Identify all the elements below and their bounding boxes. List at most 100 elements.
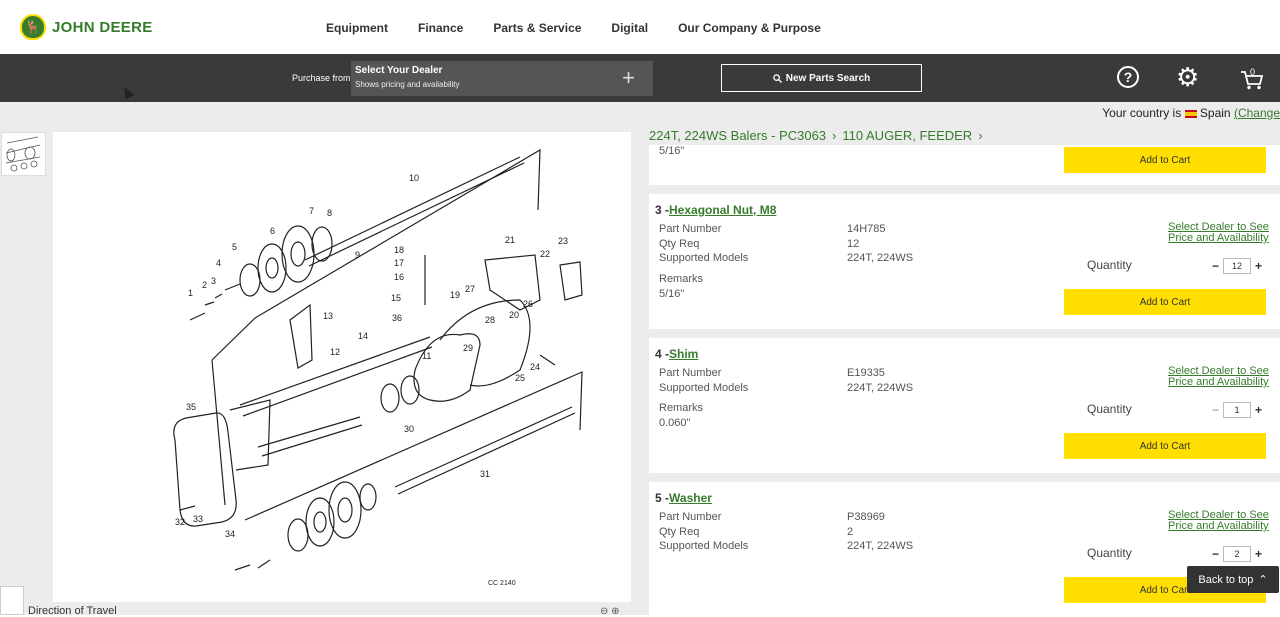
select-dealer-box[interactable]: Select Your Dealer Shows pricing and ava… [351,61,653,96]
add-to-cart-button[interactable]: Add to Cart [1064,147,1266,173]
part-title: 3 -Hexagonal Nut, M8 [655,203,777,217]
zoom-controls[interactable]: ⊖ ⊕ [600,606,620,617]
qty-req: 12 [847,238,860,250]
callout: 12 [330,347,340,357]
callout: 6 [270,226,275,236]
minus-icon[interactable]: − [1209,259,1222,273]
help-icon[interactable]: ? [1117,66,1139,88]
plus-icon[interactable]: + [1252,403,1265,417]
supported-models: 224T, 224WS [847,540,914,552]
callout: 21 [505,235,515,245]
plus-icon[interactable]: + [1252,547,1265,561]
quantity-input[interactable]: 12 [1223,258,1251,274]
callout: 35 [186,402,196,412]
callout: 23 [558,236,568,246]
callout: 30 [404,424,414,434]
chevron-right-icon: › [832,128,837,143]
callout: 33 [193,514,203,524]
search-icon [772,73,782,83]
remarks-value: 5/16" [659,288,685,300]
plus-icon[interactable]: + [1252,259,1265,273]
country-indicator: Your country is Spain (Change [1102,106,1280,120]
minus-icon[interactable]: − [1209,547,1222,561]
callout: 20 [509,310,519,320]
spain-flag-icon [1184,109,1197,118]
quantity-input[interactable]: 1 [1223,402,1251,418]
part-card-partial: 5/16" Add to Cart [649,145,1280,185]
diagram-thumbnail[interactable] [1,132,46,176]
nav-parts-service[interactable]: Parts & Service [493,21,581,35]
callout: 28 [485,315,495,325]
callout: 18 [394,245,404,255]
callout: 19 [450,290,460,300]
parts-diagram[interactable]: 1 2 3 4 5 6 7 8 9 10 11 12 13 14 15 16 1… [53,132,631,602]
add-to-cart-button[interactable]: Add to Cart [1064,289,1266,315]
country-name: Spain [1199,106,1231,120]
plus-icon[interactable]: + [622,65,635,91]
cart-count: 0 [1250,67,1256,77]
nav-equipment[interactable]: Equipment [326,21,388,35]
select-dealer-link[interactable]: Select Dealer to See Price and Availabili… [1168,222,1278,244]
select-dealer-link[interactable]: Select Dealer to See Price and Availabili… [1168,510,1278,532]
callout: 29 [463,343,473,353]
add-to-cart-button[interactable]: Add to Cart [1064,433,1266,459]
part-name-link[interactable]: Washer [669,491,712,505]
quantity-stepper[interactable]: − 2 + [1209,546,1266,562]
john-deere-logo[interactable]: 🦌 JOHN DEERE [20,14,153,40]
deer-icon: 🦌 [20,14,46,40]
search-label: New Parts Search [785,72,871,84]
part-card: 5 -Washer Part Number P38969 Qty Req 2 S… [649,482,1280,615]
callout: 25 [515,373,525,383]
chevron-up-icon: ⌃ [1258,574,1268,586]
nav-digital[interactable]: Digital [611,21,648,35]
part-title: 4 -Shim [655,347,699,361]
supported-models: 224T, 224WS [847,252,914,264]
nav-our-company[interactable]: Our Company & Purpose [678,21,821,35]
callout: 22 [540,249,550,259]
part-number: 14H785 [847,223,886,235]
settings-gear-icon[interactable]: ⚙ [1176,62,1199,92]
recaptcha-badge[interactable] [0,586,24,615]
back-to-top-button[interactable]: Back to top ⌃ [1187,566,1279,593]
part-remark: 5/16" [659,145,685,157]
supported-models: 224T, 224WS [847,382,914,394]
breadcrumb-section[interactable]: 110 AUGER, FEEDER [842,128,972,143]
remarks-value: 0.060" [659,417,691,429]
top-navigation: 🦌 JOHN DEERE Equipment Finance Parts & S… [0,0,1280,54]
diagram-callouts: 1 2 3 4 5 6 7 8 9 10 11 12 13 14 15 16 1… [175,173,568,587]
callout: 3 [211,276,216,286]
quantity-stepper[interactable]: − 12 + [1209,258,1266,274]
callout: 10 [409,173,419,183]
select-dealer-link[interactable]: Select Dealer to See Price and Availabili… [1168,366,1278,388]
callout: 5 [232,242,237,252]
part-name-link[interactable]: Shim [669,347,698,361]
callout: 14 [358,331,368,341]
part-card: 3 -Hexagonal Nut, M8 Part Number 14H785 … [649,194,1280,329]
callout: 7 [309,206,314,216]
qty-req: 2 [847,526,854,538]
callout: 8 [327,208,332,218]
quantity-input[interactable]: 2 [1223,546,1251,562]
quantity-stepper[interactable]: − 1 + [1209,402,1266,418]
callout: 17 [394,258,404,268]
dealer-title: Select Your Dealer [355,65,443,76]
callout: 13 [323,311,333,321]
callout: 9 [355,250,360,260]
minus-icon[interactable]: − [1209,403,1222,417]
part-number: P38969 [847,511,885,523]
brand-name: JOHN DEERE [52,18,153,36]
callout: 26 [523,299,533,309]
nav-finance[interactable]: Finance [418,21,463,35]
breadcrumb-model[interactable]: 224T, 224WS Balers - PC3063 [649,128,826,143]
direction-of-travel: Direction of Travel [28,605,117,617]
main-menu: Equipment Finance Parts & Service Digita… [326,21,821,35]
part-name-link[interactable]: Hexagonal Nut, M8 [669,203,776,217]
change-country-link[interactable]: (Change [1234,106,1280,120]
new-parts-search-button[interactable]: New Parts Search [721,64,922,92]
dealer-subtitle: Shows pricing and availability [355,80,460,89]
callout: 4 [216,258,221,268]
exploded-view-drawing: 1 2 3 4 5 6 7 8 9 10 11 12 13 14 15 16 1… [173,148,583,587]
callout: 11 [422,351,431,361]
callout: 1 [188,288,193,298]
callout: 15 [391,293,401,303]
